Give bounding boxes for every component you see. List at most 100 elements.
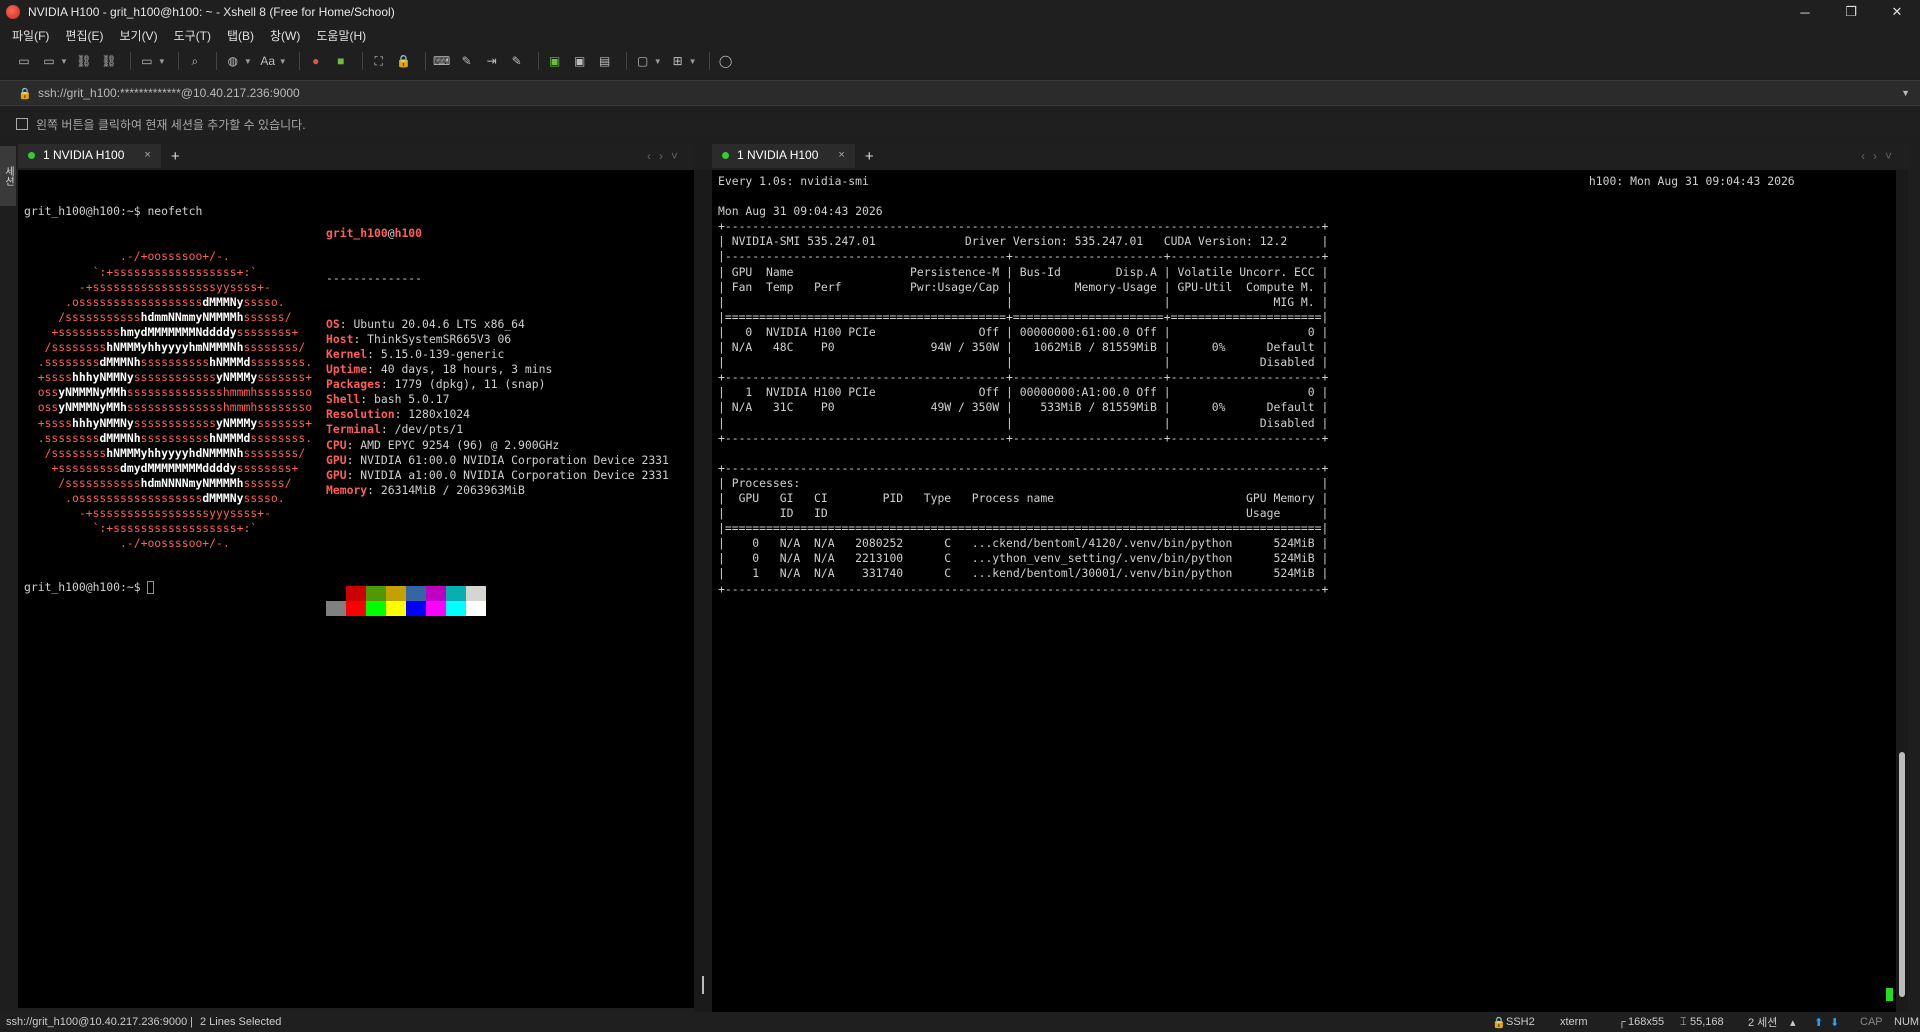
prompt: grit_h100@h100:~$ [24, 580, 148, 594]
palette-swatch [346, 601, 366, 616]
tab-left-session[interactable]: 1 NVIDIA H100 × [18, 144, 161, 168]
info-row: Host: ThinkSystemSR665V3 06 [326, 331, 512, 346]
menu-edit[interactable]: 편집(E) [65, 27, 103, 44]
disconnect-icon[interactable]: ⛓ [99, 51, 119, 71]
palette-swatch [366, 601, 386, 616]
logo-line: .-/+oossssoo+/-. [24, 536, 230, 551]
status-protocol: SSH2 [1506, 1016, 1535, 1028]
add-tab-button[interactable]: + [171, 148, 180, 165]
compose-icon[interactable]: ✎ [457, 51, 477, 71]
terminal-line: |=======================================… [718, 521, 1329, 536]
chevron-down-icon[interactable]: ▼ [279, 57, 287, 66]
pane-divider[interactable] [694, 170, 712, 1012]
menu-help[interactable]: 도움말(H) [316, 27, 366, 44]
cursor-pos-icon: ⌶ [1680, 1015, 1687, 1028]
tab-close-button[interactable]: × [838, 149, 844, 161]
toolbar-divider [177, 52, 179, 70]
chevron-down-icon[interactable]: ▼ [689, 57, 697, 66]
terminal-line: | | | Disabled | [718, 355, 1329, 370]
terminal-cursor [1886, 988, 1893, 1001]
info-key: CPU [326, 437, 347, 452]
script-icon[interactable]: ✎ [507, 51, 527, 71]
palette-swatch [466, 601, 486, 616]
restore-button[interactable]: ❐ [1828, 0, 1874, 24]
chat-icon[interactable]: ◯ [716, 51, 736, 71]
xshell-icon[interactable]: ● [306, 51, 326, 71]
font-icon[interactable]: Aa [258, 51, 278, 71]
info-value: 26314MiB / 2063963MiB [380, 482, 525, 497]
add-tab-icon[interactable]: ▣ [545, 51, 565, 71]
close-button[interactable]: ✕ [1874, 0, 1920, 24]
session-icon[interactable] [16, 118, 28, 130]
info-key: Kernel [326, 346, 368, 361]
lock-icon[interactable]: 🔒 [394, 51, 414, 71]
tab-right-session[interactable]: 1 NVIDIA H100 × [712, 144, 855, 168]
tab-label: 1 NVIDIA H100 [43, 148, 125, 162]
palette-swatch [426, 601, 446, 616]
fullscreen-icon[interactable]: ⛶ [369, 51, 389, 71]
terminal-line: | 1 N/A N/A 331740 C ...kend/bentoml/300… [718, 566, 1329, 581]
info-row: Shell: bash 5.0.17 [326, 392, 450, 407]
info-row: Kernel: 5.15.0-139-generic [326, 346, 505, 361]
chevron-up-icon[interactable]: ▴ [1790, 1016, 1796, 1029]
layout-icon[interactable]: ▢ [633, 51, 653, 71]
keyboard-icon[interactable]: ⌨ [432, 51, 452, 71]
left-terminal[interactable]: grit_h100@h100:~$ neofetch .-/+oossssoo+… [18, 170, 694, 1008]
terminal-line: | N/A 31C P0 49W / 350W | 533MiB / 81559… [718, 400, 1329, 415]
tab-nav-icon[interactable]: ‹›˅ [647, 149, 686, 163]
open-folder-icon[interactable]: ▭ [39, 51, 59, 71]
terminal-line: |=======================================… [718, 309, 1329, 324]
chevron-down-icon[interactable]: ▼ [1901, 88, 1910, 98]
chevron-down-icon[interactable]: ▼ [60, 57, 68, 66]
chevron-down-icon[interactable]: ▼ [244, 57, 252, 66]
terminal-line: Mon Aug 31 09:04:43 2026 [718, 204, 883, 219]
info-row: Uptime: 40 days, 18 hours, 3 mins [326, 362, 553, 377]
connect-icon[interactable]: ⛓ [74, 51, 94, 71]
status-num: NUM [1894, 1016, 1920, 1028]
left-tab-strip: 1 NVIDIA H100 × + ‹›˅ [18, 144, 694, 168]
window-controls: ─ ❐ ✕ [1782, 0, 1920, 24]
duplicate-icon[interactable]: ▣ [570, 51, 590, 71]
scrollbar[interactable] [1896, 170, 1908, 1012]
chevron-down-icon[interactable]: ▼ [158, 57, 166, 66]
globe-icon[interactable]: ◍ [223, 51, 243, 71]
add-tab-button[interactable]: + [865, 148, 874, 165]
search-icon[interactable]: ⌕ [185, 51, 205, 71]
info-key: OS [326, 316, 340, 331]
tab-nav-icon[interactable]: ‹›˅ [1861, 149, 1900, 163]
address-bar[interactable]: 🔒 ssh://grit_h100:*************@10.40.21… [0, 80, 1920, 106]
terminal-line: | N/A 48C P0 94W / 350W | 1062MiB / 8155… [718, 340, 1329, 355]
terminal-line: | 0 N/A N/A 2080252 C ...ckend/bentoml/4… [718, 536, 1329, 551]
info-value: /dev/pts/1 [394, 422, 464, 437]
notes-icon[interactable]: ▤ [595, 51, 615, 71]
address-text[interactable]: ssh://grit_h100:*************@10.40.217.… [38, 86, 300, 100]
chevron-down-icon[interactable]: ▼ [654, 57, 662, 66]
menu-file[interactable]: 파일(F) [12, 27, 49, 44]
palette-swatch [386, 601, 406, 616]
monitor-icon[interactable]: ▭ [137, 51, 157, 71]
xftp-icon[interactable]: ■ [331, 51, 351, 71]
tab-close-button[interactable]: × [144, 149, 150, 161]
divider-handle[interactable] [702, 976, 704, 994]
menu-window[interactable]: 창(W) [270, 27, 300, 44]
xshell-logo-icon [6, 5, 20, 19]
split-icon[interactable]: ⊞ [668, 51, 688, 71]
menu-tab[interactable]: 탭(B) [227, 27, 254, 44]
right-terminal[interactable]: Every 1.0s: nvidia-smi h100: Mon Aug 31 … [712, 170, 1908, 1012]
minimize-button[interactable]: ─ [1782, 0, 1828, 24]
session-manager-tab[interactable]: 세션 [0, 146, 16, 206]
toolbar-divider [537, 52, 539, 70]
menu-tools[interactable]: 도구(T) [174, 27, 211, 44]
scrollbar-thumb[interactable] [1899, 752, 1905, 997]
terminal-line: | Fan Temp Perf Pwr:Usage/Cap | Memory-U… [718, 279, 1329, 294]
palette-swatch [346, 586, 366, 601]
transfer-icon[interactable]: ⇥ [482, 51, 502, 71]
new-session-icon[interactable]: ▭ [14, 51, 34, 71]
info-value: 5.15.0-139-generic [380, 346, 505, 361]
terminal-line: | GPU GI CI PID Type Process name GPU Me… [718, 490, 1329, 505]
menu-view[interactable]: 보기(V) [119, 27, 157, 44]
info-row: Packages: 1779 (dpkg), 11 (snap) [326, 377, 546, 392]
toolbar-divider [215, 52, 217, 70]
status-bar: ssh://grit_h100@10.40.217.236:9000 | 2 L… [0, 1012, 1920, 1032]
info-value: 1280x1024 [408, 407, 471, 422]
